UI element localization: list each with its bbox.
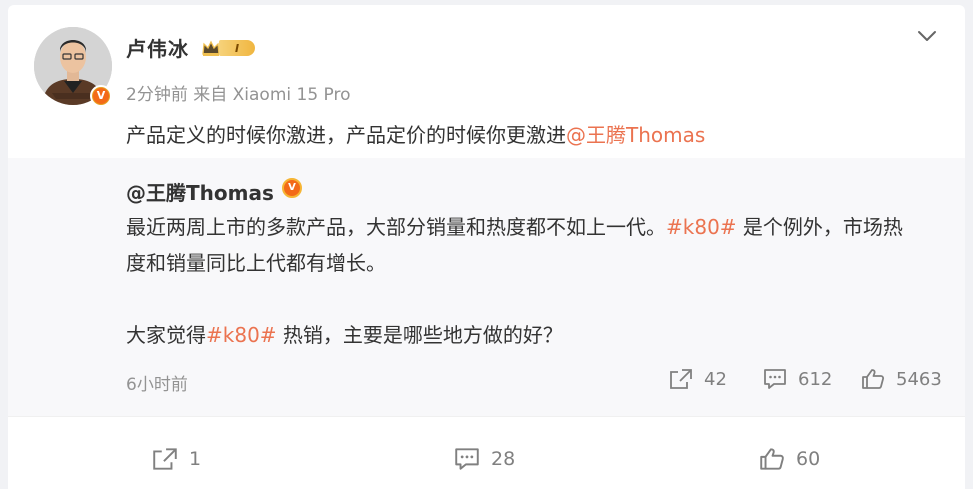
author-name[interactable]: 卢伟冰 <box>126 33 189 62</box>
thumbs-up-icon <box>862 369 885 389</box>
repost-text: 度和销量同比上代都有增长。 <box>126 251 386 275</box>
repost-share-button[interactable]: 42 <box>668 367 727 391</box>
post-time[interactable]: 2分钟前 <box>126 85 188 105</box>
post-body: 产品定义的时候你激进，产品定价的时候你更激进 <box>126 123 566 147</box>
like-count: 5463 <box>896 368 942 390</box>
hashtag-link[interactable]: #k80# <box>206 323 277 347</box>
comment-icon <box>764 369 786 389</box>
post-source: 来自 Xiaomi 15 Pro <box>193 85 351 105</box>
share-count: 1 <box>189 448 202 470</box>
chevron-down-icon[interactable] <box>916 25 938 47</box>
comment-icon <box>455 448 479 470</box>
like-count: 60 <box>796 448 821 470</box>
share-button[interactable]: 1 <box>151 446 201 472</box>
repost-text-line: 度和销量同比上代都有增长。 <box>126 247 386 276</box>
share-icon <box>153 448 177 470</box>
share-count: 42 <box>704 368 727 390</box>
level-badge: I <box>219 40 255 56</box>
post-meta: 2分钟前 来自 Xiaomi 15 Pro <box>126 80 351 105</box>
post-text: 产品定义的时候你激进，产品定价的时候你更激进@王腾Thomas <box>126 119 705 148</box>
repost-author[interactable]: @王腾Thomas <box>126 177 274 206</box>
verified-badge-icon: V <box>90 85 112 107</box>
hashtag-link[interactable]: #k80# <box>666 215 737 239</box>
membership-badge[interactable]: I <box>201 38 255 58</box>
repost-text: 热销，主要是哪些地方做的好？ <box>276 323 563 347</box>
crown-icon <box>202 40 220 56</box>
comment-button[interactable]: 28 <box>453 446 515 472</box>
post-card: V 卢伟冰 I 2分钟前 来自 Xiaomi 15 Pro 产品定义的时候你激进… <box>8 5 965 489</box>
footer-divider <box>8 416 965 417</box>
repost-text: 最近两周上市的多款产品，大部分销量和热度都不如上一代。 <box>126 215 666 239</box>
repost-text: 大家觉得 <box>126 323 206 347</box>
repost-comment-button[interactable]: 612 <box>762 367 832 391</box>
repost-text-line: 最近两周上市的多款产品，大部分销量和热度都不如上一代。#k80# 是个例外，市场… <box>126 211 903 240</box>
mention-link[interactable]: @王腾Thomas <box>566 123 705 147</box>
verified-badge-icon: V <box>282 178 302 198</box>
repost-text-line: 大家觉得#k80# 热销，主要是哪些地方做的好？ <box>126 319 563 348</box>
repost-time[interactable]: 6小时前 <box>126 370 188 395</box>
repost-text: 是个例外，市场热 <box>736 215 903 239</box>
comment-count: 28 <box>491 448 516 470</box>
thumbs-up-icon <box>760 448 784 470</box>
share-icon <box>670 369 692 389</box>
like-button[interactable]: 60 <box>758 446 820 472</box>
comment-count: 612 <box>798 368 833 390</box>
repost-like-button[interactable]: 5463 <box>860 367 942 391</box>
